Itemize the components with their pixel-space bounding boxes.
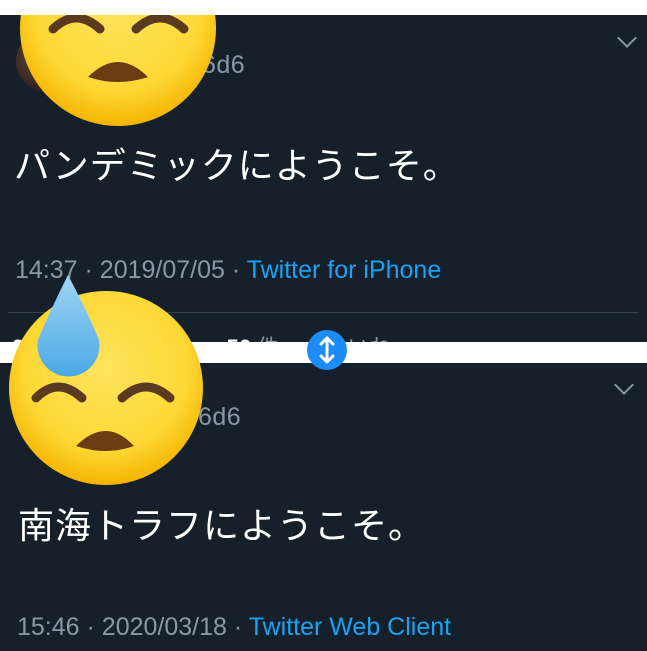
likes-label: 件	[257, 335, 279, 342]
chevron-down-icon[interactable]	[617, 28, 637, 48]
screenshot-collage: 6d6 パンデミックにようこそ。 14:37 · 2019/07/05 · Tw…	[0, 0, 647, 651]
likes-label-tail: いね	[347, 335, 391, 342]
vertical-resize-icon	[319, 336, 335, 364]
likes-count: 56	[227, 335, 251, 342]
meta-separator: ·	[231, 256, 241, 284]
resize-handle-button[interactable]	[307, 330, 347, 370]
tweet-source-link[interactable]: Twitter Web Client	[249, 613, 451, 641]
chevron-down-icon[interactable]	[614, 375, 634, 395]
tweet-text: パンデミックにようこそ。	[14, 145, 460, 186]
downcast-face-with-sweat-icon	[9, 275, 203, 485]
tweet-date: 2020/03/18	[101, 613, 227, 641]
weary-face-icon	[20, 15, 216, 126]
meta-separator: ·	[233, 613, 243, 641]
tweet-text: 南海トラフにようこそ。	[18, 505, 426, 546]
tweet-time: 15:46	[17, 613, 80, 641]
meta-separator: ·	[86, 613, 95, 641]
tweet-meta: 15:46 · 2020/03/18 · Twitter Web Client	[17, 613, 451, 642]
tweet-source-link[interactable]: Twitter for iPhone	[247, 256, 442, 284]
